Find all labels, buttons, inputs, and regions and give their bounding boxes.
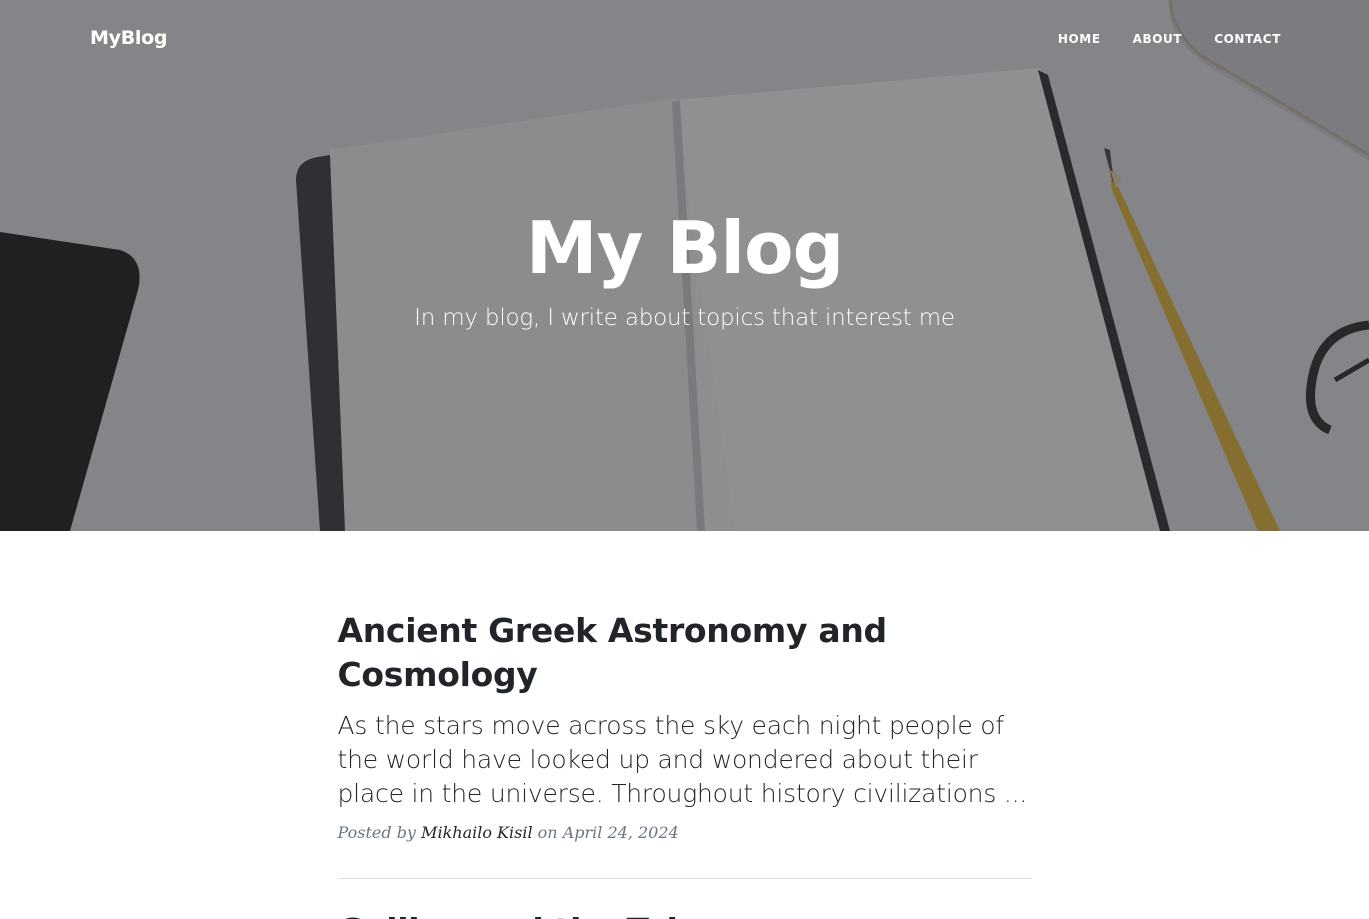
post-preview: Galileo and the Telescope	[338, 909, 1032, 919]
post-meta-prefix: Posted by	[337, 823, 416, 842]
brand-link[interactable]: MyBlog	[90, 27, 167, 49]
nav-item-about: ABOUT	[1117, 32, 1199, 46]
post-meta: Posted by Mikhailo Kisil on April 24, 20…	[338, 821, 1032, 845]
post-meta-on: on	[537, 823, 558, 842]
post-title: Galileo and the Telescope	[338, 909, 1032, 919]
post-date: April 24, 2024	[562, 823, 679, 842]
post-divider	[337, 878, 1032, 879]
post-preview: Ancient Greek Astronomy and Cosmology As…	[338, 609, 1032, 845]
nav-item-home: HOME	[1042, 32, 1117, 46]
post-list: Ancient Greek Astronomy and Cosmology As…	[337, 531, 1032, 919]
navbar: MyBlog HOME ABOUT CONTACT	[0, 0, 1369, 80]
nav-link-contact[interactable]: CONTACT	[1198, 32, 1297, 46]
post-link[interactable]: Galileo and the Telescope	[338, 909, 1032, 919]
post-title: Ancient Greek Astronomy and Cosmology	[337, 611, 888, 694]
masthead: MyBlog HOME ABOUT CONTACT My Blog In my …	[0, 0, 1369, 531]
nav-menu: HOME ABOUT CONTACT	[1042, 32, 1297, 46]
hero-title: My Blog	[525, 206, 844, 290]
post-subtitle: As the stars move across the sky each ni…	[337, 711, 1028, 808]
nav-link-about[interactable]: ABOUT	[1117, 32, 1199, 46]
post-link[interactable]: Ancient Greek Astronomy and Cosmology As…	[338, 609, 1032, 811]
post-author-link[interactable]: Mikhailo Kisil	[421, 823, 533, 842]
site-heading: My Blog In my blog, I write about topics…	[0, 200, 1369, 340]
nav-link-home[interactable]: HOME	[1042, 32, 1117, 46]
nav-item-contact: CONTACT	[1198, 32, 1297, 46]
hero-subtitle: In my blog, I write about topics that in…	[414, 305, 955, 331]
